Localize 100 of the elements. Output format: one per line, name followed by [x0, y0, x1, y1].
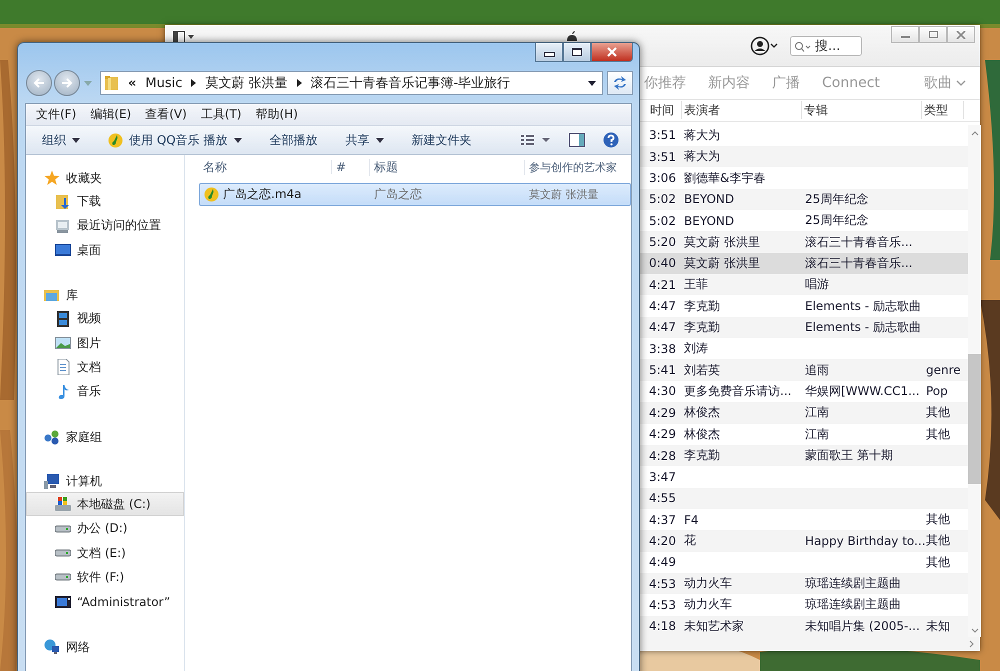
sidebar-item[interactable]: 办公 (D:) [26, 516, 184, 541]
song-row[interactable]: 3:51 蒋大为 [640, 146, 968, 168]
account-icon[interactable] [750, 36, 778, 56]
time-cell-text: 5:02 [648, 214, 677, 228]
genre-cell: 其他 [926, 533, 950, 548]
sidebar-item[interactable]: 视频 [26, 306, 184, 331]
song-row[interactable]: 4:28 李克勤 蒙面歌王 第十期 [640, 444, 968, 466]
song-row[interactable]: 4:53 动力火车 琼瑶连续剧主题曲 [640, 594, 968, 616]
artist-cell: 花 [684, 533, 696, 548]
breadcrumb-item[interactable]: 莫文蔚 张洪量 [205, 74, 288, 92]
sidebar-group[interactable]: 库 [26, 284, 184, 306]
song-row[interactable]: 3:38 刘涛 [640, 338, 968, 360]
menu-item[interactable]: 工具(T) [200, 106, 242, 124]
song-row[interactable]: 5:20 莫文蔚 张洪里 滚石三十青春音乐... [640, 231, 968, 253]
search-field[interactable]: 搜... [790, 36, 862, 56]
breadcrumb-item[interactable]: Music [145, 76, 182, 91]
toolbar-button[interactable]: 新建文件夹 [412, 132, 472, 149]
song-row[interactable]: 4:21 王菲 唱游 [640, 274, 968, 296]
address-bar[interactable]: « Music 莫文蔚 张洪量 滚石三十青春音乐记事簿-毕业旅行 [100, 71, 603, 96]
artist-cell: 蒋大为 [684, 149, 720, 164]
refresh-button[interactable] [607, 71, 633, 96]
menu-item[interactable]: 帮助(H) [256, 106, 298, 124]
breadcrumb-item[interactable]: 滚石三十青春音乐记事簿-毕业旅行 [310, 74, 510, 92]
column-header[interactable]: 名称 [185, 158, 331, 176]
sidebar-item[interactable]: 本地磁盘 (C:) [26, 492, 184, 516]
toolbar-button[interactable]: 使用 QQ音乐 播放 [108, 132, 242, 149]
close-button[interactable] [947, 26, 975, 43]
sidebar-item[interactable]: 音乐 [26, 380, 184, 404]
scroll-up-icon[interactable] [970, 130, 978, 136]
menu-item[interactable]: 查看(V) [145, 106, 187, 124]
song-row[interactable]: 5:02 BEYOND 25周年纪念 [640, 210, 968, 232]
maximize-button[interactable] [563, 43, 591, 62]
artist-cell: 刘涛 [684, 341, 708, 356]
column-header[interactable]: # [331, 160, 369, 174]
menu-item[interactable]: 编辑(E) [90, 106, 132, 124]
sidebar-group[interactable]: 家庭组 [26, 426, 184, 448]
chevron-right-icon[interactable] [191, 79, 196, 88]
sidebar-item[interactable]: 最近访问的位置 [26, 214, 184, 238]
folder-icon [105, 75, 119, 92]
sidebar-item[interactable]: 桌面 [26, 238, 184, 262]
scroll-down-icon[interactable] [970, 628, 978, 633]
sidebar-item[interactable]: 文档 [26, 355, 184, 380]
column-header[interactable]: 专辑 [802, 101, 922, 120]
album-cell: 蒙面歌王 第十期 [805, 448, 893, 462]
sidebar-item[interactable]: 图片 [26, 330, 184, 356]
toolbar-button[interactable]: 组织 [42, 132, 80, 149]
sidebar-group[interactable]: 计算机 [26, 470, 184, 492]
doc-icon [55, 359, 71, 376]
chevron-right-icon[interactable] [296, 79, 302, 88]
sidebar-item[interactable]: “Administrator” [26, 590, 184, 614]
song-row[interactable]: 4:29 林俊杰 江南 其他 [640, 402, 968, 424]
caret-icon [72, 138, 80, 143]
toolbar-button[interactable]: 共享 [346, 132, 384, 149]
album-cell: 滚石三十青春音乐... [805, 234, 912, 249]
sidebar-group[interactable]: 收藏夹 [26, 167, 184, 190]
vertical-scrollbar[interactable] [968, 124, 981, 637]
artist-cell: 林俊杰 [684, 426, 720, 441]
song-row[interactable]: 5:02 BEYOND 25周年纪念 [640, 188, 968, 210]
toolbar-button[interactable]: 全部播放 [270, 132, 318, 149]
column-header[interactable]: 标题 [369, 158, 524, 176]
column-header[interactable]: 表演者 [682, 101, 802, 120]
view-options-button[interactable] [521, 134, 551, 146]
forward-button[interactable] [54, 70, 80, 96]
song-row[interactable]: 4:30 更多免费音乐请访... 华娱网[WWW.CC1... Pop [640, 380, 968, 402]
file-row[interactable]: 广岛之恋.m4a 广岛之恋 莫文蔚 张洪量 [199, 183, 631, 206]
sidebar-item[interactable]: 软件 (F:) [26, 565, 184, 590]
film-icon [55, 310, 71, 327]
song-row[interactable]: 5:41 刘若英 追雨 genre [640, 359, 968, 381]
song-row[interactable]: 3:51 蒋大为 [640, 124, 968, 146]
preview-pane-button[interactable] [569, 133, 585, 148]
caret-icon [376, 138, 384, 143]
overflow-chevron[interactable]: « [128, 76, 136, 91]
scroll-right-icon[interactable] [969, 640, 974, 648]
sidebar-item[interactable]: 文档 (E:) [26, 540, 184, 566]
song-row[interactable]: 0:40 莫文蔚 张洪里 滚石三十青春音乐... [640, 252, 968, 274]
song-row[interactable]: 4:47 李克勤 Elements - 励志歌曲 [640, 295, 968, 317]
back-button[interactable] [26, 70, 52, 96]
minimize-button[interactable] [535, 43, 563, 62]
song-row[interactable]: 4:29 林俊杰 江南 其他 [640, 424, 968, 445]
song-row[interactable]: 4:55 [640, 488, 968, 509]
sidebar-group[interactable]: 网络 [26, 636, 184, 658]
caret-icon[interactable] [588, 80, 596, 86]
song-row[interactable]: 4:37 F4 其他 [640, 508, 968, 530]
sidebar-toggle-icon[interactable] [173, 31, 195, 43]
column-header[interactable]: 类型 [922, 101, 964, 120]
song-row[interactable]: 4:47 李克勤 Elements - 励志歌曲 [640, 316, 968, 338]
menu-item[interactable]: 文件(F) [36, 106, 76, 124]
song-row[interactable]: 4:49 其他 [640, 552, 968, 573]
time-cell-text: 5:41 [648, 363, 677, 378]
close-button[interactable] [591, 43, 633, 62]
song-row[interactable]: 3:06 劉德華&李宇春 [640, 167, 968, 189]
song-row[interactable]: 4:53 动力火车 琼瑶连续剧主题曲 [640, 572, 968, 594]
column-header[interactable]: 时间 [648, 101, 682, 120]
song-row[interactable]: 3:47 [640, 466, 968, 488]
help-button[interactable] [603, 132, 619, 148]
sidebar-item[interactable]: 下载 [26, 189, 184, 214]
song-row[interactable]: 4:20 花 Happy Birthday to...其他 [640, 530, 968, 552]
column-header[interactable]: 参与创作的艺术家 [524, 160, 624, 175]
song-row[interactable]: 4:18 未知艺术家 未知唱片集 (2005-... 未知 [640, 616, 968, 637]
horizontal-scrollbar[interactable] [640, 636, 980, 651]
